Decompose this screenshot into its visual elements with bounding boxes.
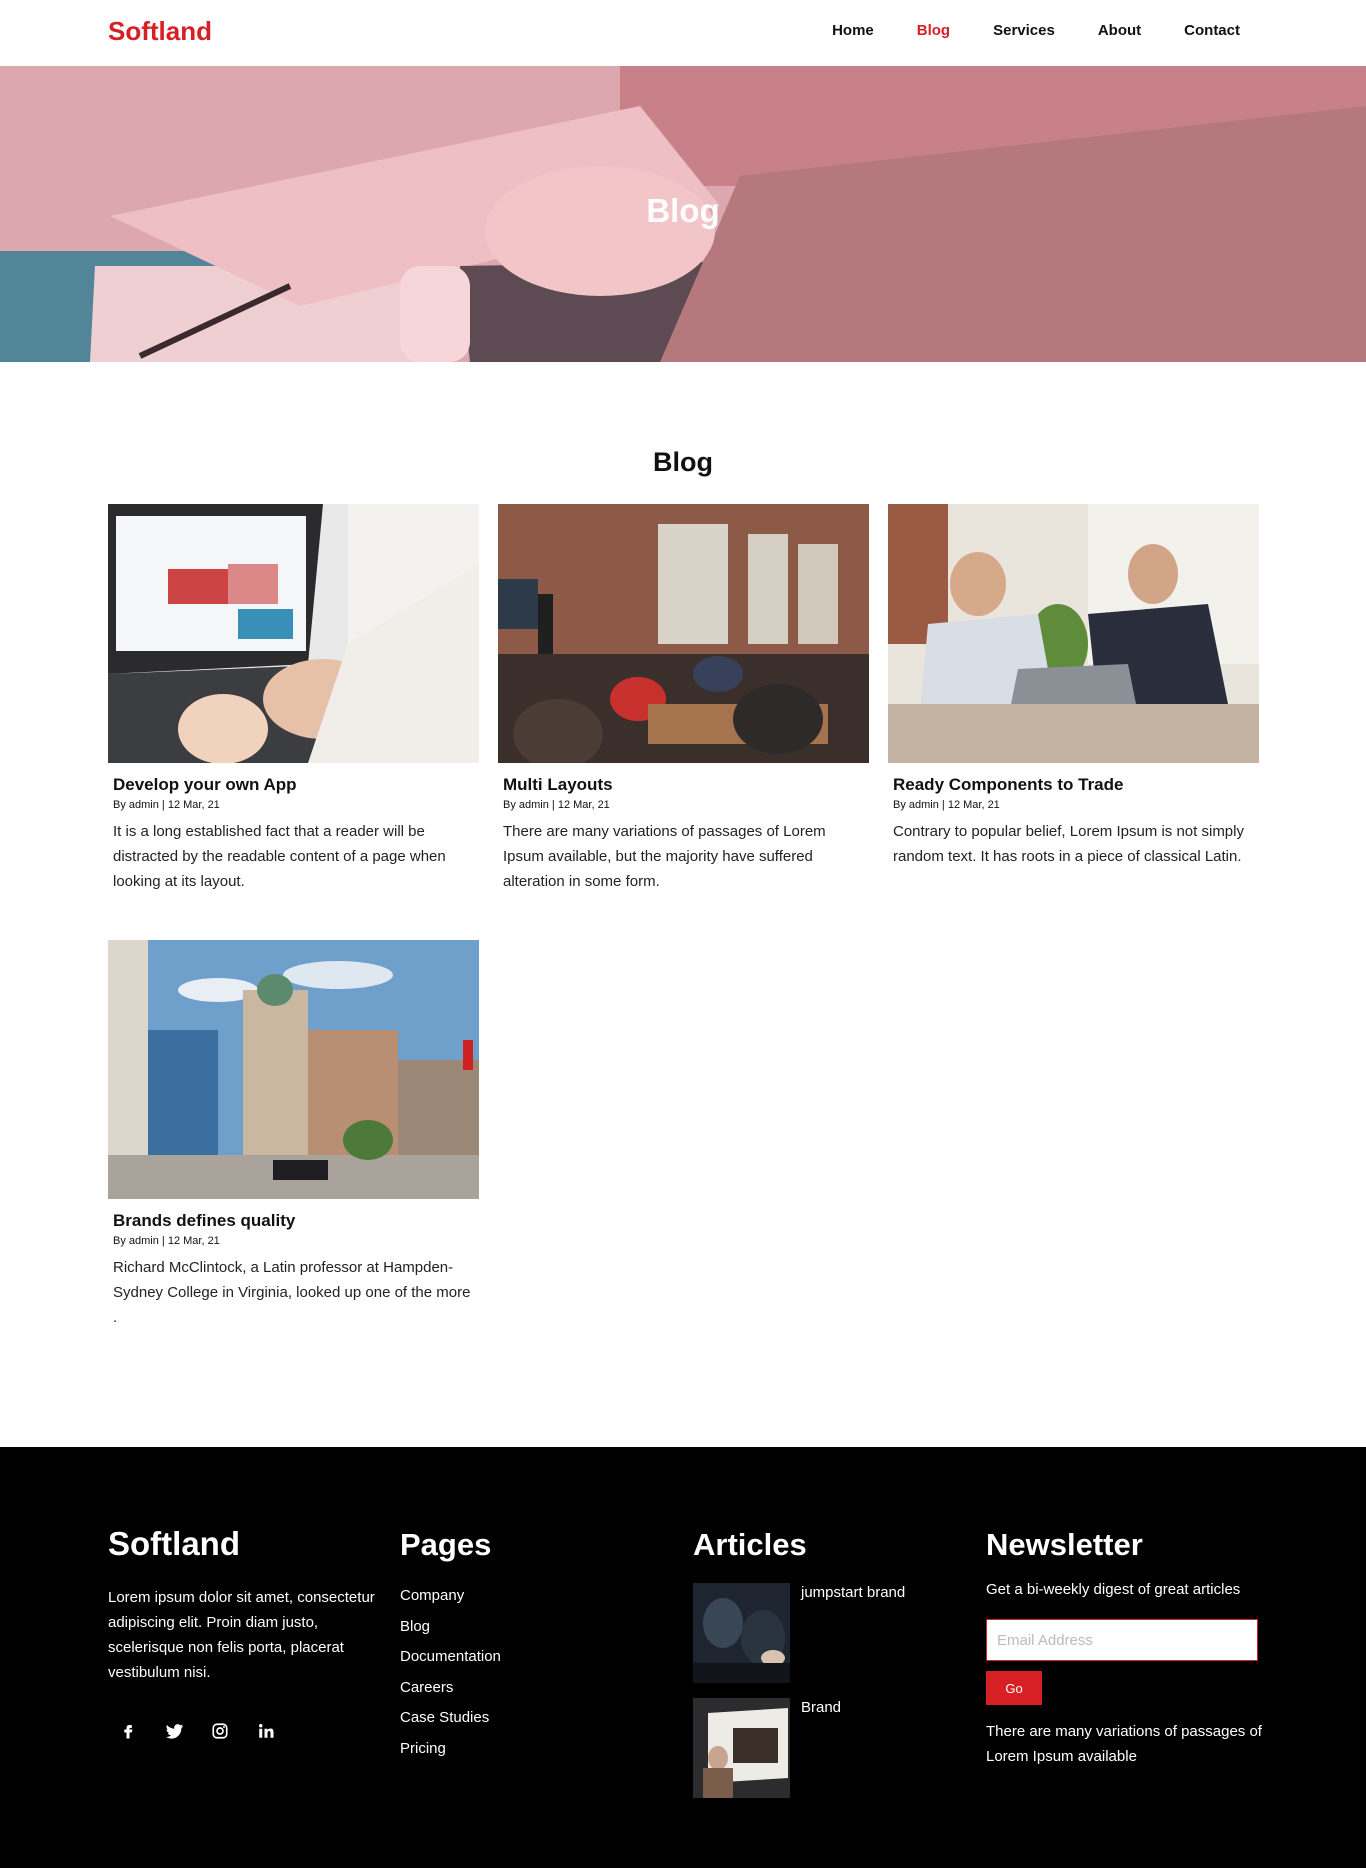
article-item[interactable]: Brand — [693, 1698, 841, 1798]
post-excerpt: Contrary to popular belief, Lorem Ipsum … — [893, 823, 1244, 865]
footer: Softland Lorem ipsum dolor sit amet, con… — [0, 1447, 1366, 1868]
post-meta: By admin | 12 Mar, 21 — [113, 1235, 220, 1247]
post-meta: By admin | 12 Mar, 21 — [893, 799, 1000, 811]
post-meta: By admin | 12 Mar, 21 — [113, 799, 220, 811]
nav-about[interactable]: About — [1098, 22, 1141, 39]
post-meta: By admin | 12 Mar, 21 — [503, 799, 610, 811]
article-thumbnail[interactable] — [693, 1583, 790, 1683]
footer-about: Softland Lorem ipsum dolor sit amet, con… — [108, 1525, 388, 1685]
newsletter-text: Get a bi-weekly digest of great articles — [986, 1581, 1241, 1598]
article-item[interactable]: jumpstart brand — [693, 1583, 905, 1683]
pages-links: Company Blog Documentation Careers Case … — [400, 1581, 630, 1764]
hero-banner: Blog — [0, 66, 1366, 362]
post-title[interactable]: Brands defines quality — [113, 1211, 474, 1231]
post-title[interactable]: Multi Layouts — [503, 775, 864, 795]
post-excerpt: There are many variations of passages of… — [503, 823, 826, 890]
post-image[interactable] — [108, 504, 479, 763]
brand-logo[interactable]: Softland — [108, 16, 212, 47]
linkedin-icon[interactable] — [243, 1708, 289, 1754]
nav-contact[interactable]: Contact — [1184, 22, 1240, 39]
footer-brand: Softland — [108, 1525, 240, 1562]
newsletter-heading: Newsletter — [986, 1527, 1143, 1562]
post-image[interactable] — [888, 504, 1259, 763]
post-excerpt: Richard McClintock, a Latin professor at… — [113, 1259, 471, 1326]
footer-link-company[interactable]: Company — [400, 1581, 630, 1612]
post-title[interactable]: Develop your own App — [113, 775, 474, 795]
footer-link-documentation[interactable]: Documentation — [400, 1642, 630, 1673]
footer-link-blog[interactable]: Blog — [400, 1612, 630, 1643]
blog-card[interactable]: Ready Components to Trade By admin | 12 … — [888, 504, 1259, 869]
post-title[interactable]: Ready Components to Trade — [893, 775, 1254, 795]
article-title[interactable]: Brand — [801, 1699, 841, 1798]
navbar: Softland Home Blog Services About Contac… — [0, 0, 1366, 66]
blog-card[interactable]: Brands defines quality By admin | 12 Mar… — [108, 940, 479, 1330]
blog-card[interactable]: Develop your own App By admin | 12 Mar, … — [108, 504, 479, 894]
footer-link-pricing[interactable]: Pricing — [400, 1734, 630, 1765]
footer-link-careers[interactable]: Careers — [400, 1673, 630, 1704]
social-links — [105, 1708, 289, 1754]
article-title[interactable]: jumpstart brand — [801, 1584, 905, 1683]
nav-services[interactable]: Services — [993, 22, 1055, 39]
footer-newsletter: Newsletter Get a bi-weekly digest of gre… — [986, 1527, 1266, 1602]
main-nav: Home Blog Services About Contact — [789, 22, 1240, 39]
go-button[interactable]: Go — [986, 1671, 1042, 1705]
nav-blog[interactable]: Blog — [917, 22, 950, 39]
twitter-icon[interactable] — [151, 1708, 197, 1754]
hero-title: Blog — [646, 192, 720, 229]
section-title: Blog — [653, 447, 713, 477]
nav-home[interactable]: Home — [832, 22, 874, 39]
post-image[interactable] — [498, 504, 869, 763]
instagram-icon[interactable] — [197, 1708, 243, 1754]
post-excerpt: It is a long established fact that a rea… — [113, 823, 446, 890]
footer-link-case-studies[interactable]: Case Studies — [400, 1703, 630, 1734]
footer-pages: Pages Company Blog Documentation Careers… — [400, 1527, 630, 1764]
articles-heading: Articles — [693, 1527, 807, 1562]
footer-about-text: Lorem ipsum dolor sit amet, consectetur … — [108, 1589, 375, 1681]
article-thumbnail[interactable] — [693, 1698, 790, 1798]
email-field[interactable] — [986, 1619, 1258, 1661]
pages-heading: Pages — [400, 1527, 492, 1562]
footer-articles: Articles — [693, 1527, 923, 1563]
newsletter-note: There are many variations of passages of… — [986, 1723, 1262, 1765]
blog-card[interactable]: Multi Layouts By admin | 12 Mar, 21 Ther… — [498, 504, 869, 894]
post-image[interactable] — [108, 940, 479, 1199]
facebook-icon[interactable] — [105, 1708, 151, 1754]
